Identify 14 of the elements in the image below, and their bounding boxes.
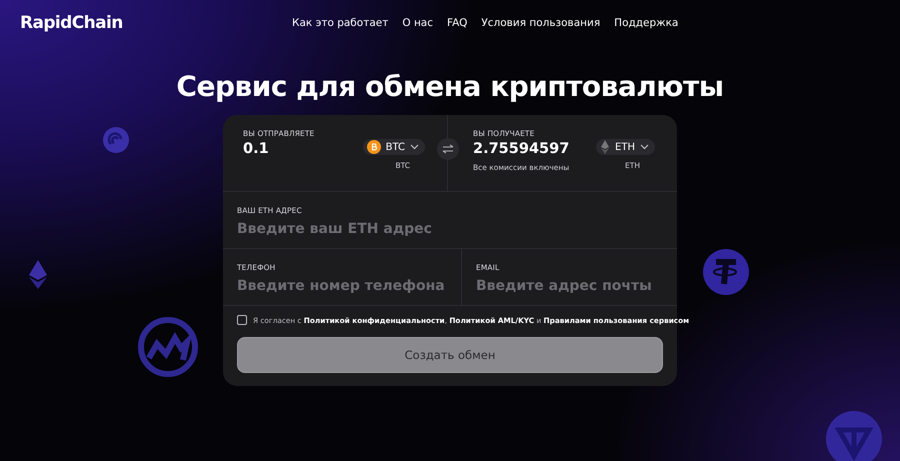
page-title: Сервис для обмена криптовалюты xyxy=(176,70,724,103)
amount-field[interactable]: 0.1 xyxy=(243,141,363,157)
logo[interactable]: RapidChain xyxy=(20,13,123,33)
amount-field[interactable]: 2.75594597 xyxy=(473,141,596,157)
nav-link[interactable]: О нас xyxy=(402,17,434,29)
input-field[interactable]: Введите ваш ETH адрес xyxy=(237,221,447,237)
input-field[interactable]: Введите номер телефона xyxy=(237,278,447,294)
currency-dropdown[interactable]: ETH xyxy=(596,139,655,155)
nav-link[interactable]: FAQ xyxy=(447,17,468,29)
nav-link[interactable]: Как это работает xyxy=(292,17,388,29)
nav-link[interactable]: Условия пользования xyxy=(481,17,600,29)
nav-link[interactable]: Поддержка xyxy=(614,17,678,29)
currency-dropdown[interactable]: BTC xyxy=(362,139,425,155)
input-field[interactable]: Введите адрес почты xyxy=(476,278,686,294)
